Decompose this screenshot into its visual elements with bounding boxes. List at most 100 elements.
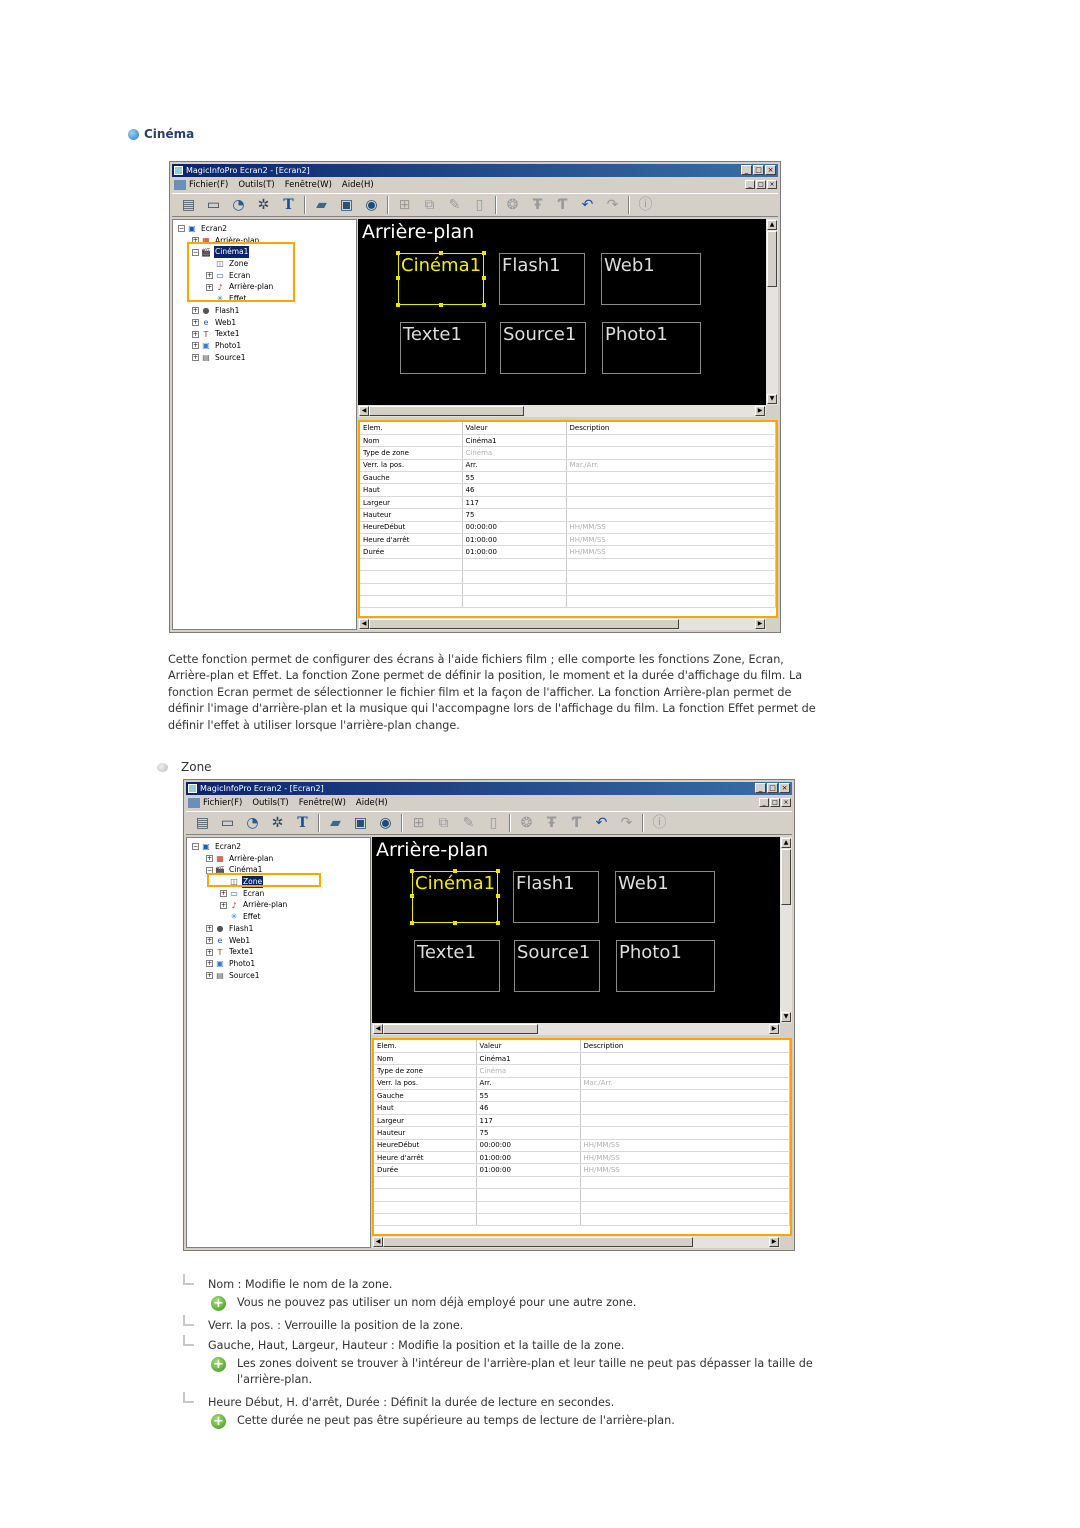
scroll-right-icon[interactable]: ▶ bbox=[769, 1237, 779, 1247]
undo-icon[interactable]: ↶ bbox=[591, 813, 612, 833]
table-row[interactable]: Verr. la pos. Arr. Mar./Arr. bbox=[374, 1077, 790, 1091]
canvas-horizontal-scrollbar[interactable]: ◀ ▶ bbox=[358, 405, 766, 417]
font-size-icon[interactable]: Ƭ bbox=[552, 195, 573, 215]
expand-icon[interactable]: + bbox=[206, 960, 213, 968]
scroll-up-icon[interactable]: ▲ bbox=[781, 838, 791, 848]
table-row[interactable]: Type de zone Cinéma bbox=[374, 1064, 790, 1078]
tree-item[interactable]: + ▦ Arrière-plan bbox=[192, 853, 288, 865]
table-row[interactable]: Gauche 55 bbox=[360, 471, 776, 485]
tree-item[interactable]: + e Web1 bbox=[178, 317, 274, 329]
screen-canvas[interactable]: Arrière-plan Cinéma1 Flash1 Web1 Texte1 … bbox=[372, 837, 780, 1023]
maximize-button[interactable]: □ bbox=[767, 783, 778, 793]
copy-zone-icon[interactable]: ⧉ bbox=[419, 195, 440, 215]
save-icon[interactable]: ▣ bbox=[350, 813, 371, 833]
scroll-left-icon[interactable]: ◀ bbox=[373, 1237, 383, 1247]
redo-icon[interactable]: ↷ bbox=[602, 195, 623, 215]
scroll-thumb[interactable] bbox=[369, 619, 679, 629]
scroll-down-icon[interactable]: ▼ bbox=[767, 394, 777, 404]
expand-icon[interactable]: + bbox=[220, 890, 227, 898]
expand-icon[interactable]: + bbox=[192, 330, 199, 338]
delete-icon[interactable]: ▯ bbox=[469, 195, 490, 215]
child-restore-button[interactable]: □ bbox=[770, 798, 780, 807]
properties-horizontal-scrollbar[interactable]: ◀ ▶ bbox=[358, 618, 766, 630]
network-icon[interactable]: ❂ bbox=[516, 813, 537, 833]
menu-outils[interactable]: Outils(T) bbox=[252, 796, 288, 810]
table-row[interactable]: Haut 46 bbox=[360, 483, 776, 497]
settings-icon[interactable]: ✲ bbox=[267, 813, 288, 833]
table-row[interactable]: HeureDébut 00:00:00 HH/MM/SS bbox=[374, 1139, 790, 1153]
zone-flash[interactable]: Flash1 bbox=[513, 871, 599, 923]
menu-fichier[interactable]: Fichier(F) bbox=[189, 178, 228, 192]
menu-outils[interactable]: Outils(T) bbox=[238, 178, 274, 192]
minimize-button[interactable]: _ bbox=[741, 165, 752, 175]
settings-icon[interactable]: ✲ bbox=[253, 195, 274, 215]
zone-texte[interactable]: Texte1 bbox=[414, 940, 500, 992]
paste-icon[interactable]: ✎ bbox=[444, 195, 465, 215]
table-row[interactable]: HeureDébut 00:00:00 HH/MM/SS bbox=[360, 521, 776, 535]
table-row[interactable]: Hauteur 75 bbox=[360, 508, 776, 522]
tree-item[interactable]: + ▤ Source1 bbox=[178, 352, 274, 364]
zone-flash[interactable]: Flash1 bbox=[499, 253, 585, 305]
tree-item[interactable]: + T Texte1 bbox=[178, 328, 274, 340]
zone-web[interactable]: Web1 bbox=[615, 871, 715, 923]
menu-aide[interactable]: Aide(H) bbox=[342, 178, 374, 192]
expand-icon[interactable]: + bbox=[206, 936, 213, 944]
collapse-icon[interactable]: − bbox=[192, 843, 199, 851]
tree-item[interactable]: + T Texte1 bbox=[192, 946, 288, 958]
window-titlebar[interactable]: MagicInfoPro Ecran2 - [Ecran2] _ □ × bbox=[186, 782, 792, 795]
scroll-up-icon[interactable]: ▲ bbox=[767, 220, 777, 230]
monitor-icon[interactable]: ▭ bbox=[217, 813, 238, 833]
zone-photo[interactable]: Photo1 bbox=[602, 322, 701, 374]
scroll-left-icon[interactable]: ◀ bbox=[373, 1024, 383, 1034]
scroll-thumb[interactable] bbox=[369, 406, 524, 416]
expand-icon[interactable]: + bbox=[206, 948, 213, 956]
tree-item[interactable]: ✳ Effet bbox=[192, 911, 288, 923]
tree-item[interactable]: + ● Flash1 bbox=[178, 305, 274, 317]
expand-icon[interactable]: + bbox=[206, 971, 213, 979]
network-icon[interactable]: ❂ bbox=[502, 195, 523, 215]
tree-pane[interactable]: − ▣ Ecran2 + ▦ Arrière-plan − 🎬 Cinéma1 ◫ Zone + ▭ Ec… bbox=[186, 837, 371, 1248]
copy-zone-icon[interactable]: ⧉ bbox=[433, 813, 454, 833]
table-row[interactable]: Gauche 55 bbox=[374, 1089, 790, 1103]
tree-item[interactable]: + ● Flash1 bbox=[192, 923, 288, 935]
menu-fenetre[interactable]: Fenêtre(W) bbox=[285, 178, 332, 192]
clock-icon[interactable]: ◔ bbox=[242, 813, 263, 833]
folder-icon[interactable]: ▰ bbox=[325, 813, 346, 833]
close-button[interactable]: × bbox=[779, 783, 790, 793]
scroll-thumb[interactable] bbox=[781, 849, 791, 905]
table-row[interactable]: Nom Cinéma1 bbox=[374, 1052, 790, 1066]
monitor-icon[interactable]: ▭ bbox=[203, 195, 224, 215]
tree-item[interactable]: + ♪ Arrière-plan bbox=[192, 899, 288, 911]
paste-icon[interactable]: ✎ bbox=[458, 813, 479, 833]
tree-item[interactable]: + ▤ Source1 bbox=[192, 970, 288, 982]
tree-item[interactable]: + ▣ Photo1 bbox=[192, 958, 288, 970]
scroll-thumb[interactable] bbox=[383, 1237, 693, 1247]
table-row[interactable]: Heure d'arrêt 01:00:00 HH/MM/SS bbox=[360, 533, 776, 547]
font-size-icon[interactable]: Ƭ bbox=[566, 813, 587, 833]
expand-icon[interactable]: + bbox=[206, 925, 213, 933]
expand-icon[interactable]: + bbox=[220, 901, 227, 909]
tree-item[interactable]: + e Web1 bbox=[192, 935, 288, 947]
scroll-left-icon[interactable]: ◀ bbox=[359, 619, 369, 629]
clock-icon[interactable]: ◔ bbox=[228, 195, 249, 215]
child-restore-button[interactable]: □ bbox=[756, 180, 766, 189]
preview-icon[interactable]: ◉ bbox=[361, 195, 382, 215]
zone-photo[interactable]: Photo1 bbox=[616, 940, 715, 992]
table-row[interactable]: Hauteur 75 bbox=[374, 1126, 790, 1140]
properties-horizontal-scrollbar[interactable]: ◀ ▶ bbox=[372, 1236, 780, 1248]
child-minimize-button[interactable]: _ bbox=[759, 798, 769, 807]
menu-fenetre[interactable]: Fenêtre(W) bbox=[299, 796, 346, 810]
folder-icon[interactable]: ▰ bbox=[311, 195, 332, 215]
screen-canvas[interactable]: Arrière-plan Cinéma1 Flash1 Web1 Texte1 … bbox=[358, 219, 766, 405]
new-icon[interactable]: ▤ bbox=[192, 813, 213, 833]
zone-web[interactable]: Web1 bbox=[601, 253, 701, 305]
menu-aide[interactable]: Aide(H) bbox=[356, 796, 388, 810]
expand-icon[interactable]: + bbox=[192, 353, 199, 361]
redo-icon[interactable]: ↷ bbox=[616, 813, 637, 833]
close-button[interactable]: × bbox=[765, 165, 776, 175]
scroll-thumb[interactable] bbox=[383, 1024, 538, 1034]
add-zone-icon[interactable]: ⊞ bbox=[408, 813, 429, 833]
zone-source[interactable]: Source1 bbox=[500, 322, 586, 374]
zone-cinema[interactable]: Cinéma1 bbox=[410, 869, 500, 925]
menu-fichier[interactable]: Fichier(F) bbox=[203, 796, 242, 810]
